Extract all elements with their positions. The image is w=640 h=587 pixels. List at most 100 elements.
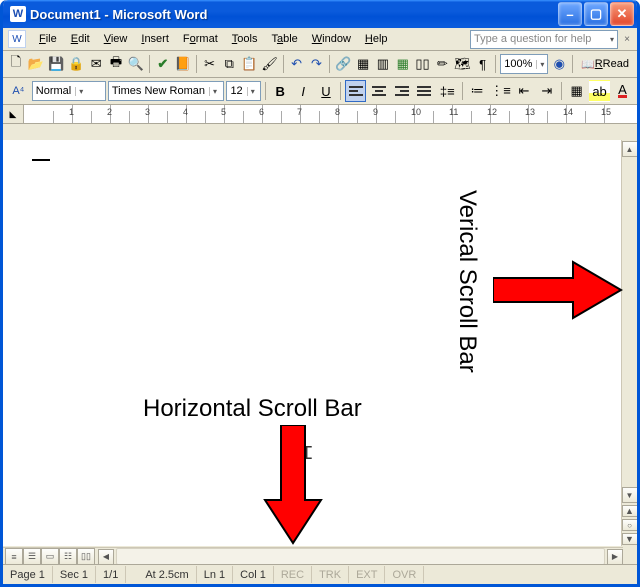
menu-window[interactable]: Window <box>305 31 358 47</box>
reading-view-button[interactable]: ▯▯ <box>77 548 95 565</box>
normal-view-button[interactable]: ≡ <box>5 548 23 565</box>
paste-icon[interactable]: 📋 <box>240 53 258 75</box>
line-spacing-button[interactable]: ‡≡ <box>437 80 458 102</box>
align-right-button[interactable] <box>391 80 412 102</box>
doc-map-icon[interactable]: 🗺 <box>453 53 472 75</box>
menu-file[interactable]: File <box>32 31 64 47</box>
prev-page-button[interactable]: ▲ <box>622 505 638 517</box>
scroll-right-button[interactable]: ▶ <box>607 549 623 565</box>
status-pages[interactable]: 1/1 <box>96 566 126 583</box>
borders-button[interactable]: ▦ <box>566 80 587 102</box>
menu-help[interactable]: Help <box>358 31 395 47</box>
menu-format[interactable]: Format <box>176 31 225 47</box>
hyperlink-icon[interactable]: 🔗 <box>334 53 352 75</box>
save-icon[interactable]: 💾 <box>47 53 65 75</box>
redo-icon[interactable]: ↷ <box>308 53 326 75</box>
status-ovr[interactable]: OVR <box>385 566 424 583</box>
web-view-button[interactable]: ☰ <box>23 548 41 565</box>
insert-table-icon[interactable]: ▥ <box>374 53 392 75</box>
increase-indent-button[interactable]: ⇥ <box>536 80 557 102</box>
ruler-tick-label: 7 <box>297 107 302 117</box>
status-page[interactable]: Page 1 <box>3 566 53 583</box>
decrease-indent-button[interactable]: ⇤ <box>514 80 535 102</box>
scroll-left-button[interactable]: ◀ <box>98 549 114 565</box>
show-marks-icon[interactable]: ¶ <box>474 53 492 75</box>
align-justify-button[interactable] <box>414 80 435 102</box>
format-painter-icon[interactable]: 🖌 <box>260 53 279 75</box>
open-icon[interactable]: 📂 <box>27 53 45 75</box>
browse-object-button[interactable]: ○ <box>622 519 638 531</box>
word-doc-icon[interactable]: W <box>8 30 26 48</box>
permission-icon[interactable]: 🔒 <box>67 53 85 75</box>
ruler-tick-label: 9 <box>373 107 378 117</box>
font-combo[interactable]: Times New Roman▾ <box>108 81 225 101</box>
research-icon[interactable]: 📙 <box>174 53 192 75</box>
bold-button[interactable]: B <box>270 80 291 102</box>
chevron-down-icon[interactable]: ▾ <box>610 35 614 44</box>
scroll-up-button[interactable]: ▲ <box>622 141 638 157</box>
status-col[interactable]: Col 1 <box>233 566 274 583</box>
horizontal-ruler[interactable]: 123456789101112131415 <box>24 105 637 123</box>
styles-pane-icon[interactable]: A⁴ <box>7 80 30 102</box>
tables-borders-icon[interactable]: ▦ <box>354 53 372 75</box>
maximize-button[interactable]: ▢ <box>584 2 608 26</box>
status-ln[interactable]: Ln 1 <box>197 566 233 583</box>
highlight-button[interactable]: ab <box>589 80 610 102</box>
ruler-tick-label: 1 <box>69 107 74 117</box>
vertical-scrollbar[interactable]: ▲ ▼ ▲ ○ ▼ <box>621 140 637 546</box>
font-size-combo[interactable]: 12▾ <box>226 81 260 101</box>
outline-view-button[interactable]: ☷ <box>59 548 77 565</box>
status-sec[interactable]: Sec 1 <box>53 566 96 583</box>
columns-icon[interactable]: ▯▯ <box>414 53 432 75</box>
menu-insert[interactable]: Insert <box>134 31 176 47</box>
print-layout-button[interactable]: ▭ <box>41 548 59 565</box>
chevron-down-icon[interactable]: ▾ <box>75 87 83 96</box>
print-icon[interactable]: 🖶 <box>107 53 125 75</box>
copy-icon[interactable]: ⧉ <box>220 53 238 75</box>
window-title: Document1 - Microsoft Word <box>30 7 556 22</box>
underline-button[interactable]: U <box>316 80 337 102</box>
menu-table[interactable]: Table <box>264 31 304 47</box>
ruler-row: ◣ 123456789101112131415 <box>3 105 637 124</box>
help-search-box[interactable]: Type a question for help ▾ <box>470 30 618 49</box>
status-bar: Page 1 Sec 1 1/1 At 2.5cm Ln 1 Col 1 REC… <box>3 564 637 584</box>
document-area[interactable]: Horizontal Scroll Bar Verical Scroll Bar… <box>3 140 623 546</box>
hscroll-track[interactable] <box>116 548 605 565</box>
excel-icon[interactable]: ▦ <box>394 53 412 75</box>
style-combo[interactable]: Normal▾ <box>32 81 106 101</box>
horizontal-scrollbar[interactable]: ≡ ☰ ▭ ☷ ▯▯ ◀ ▶ <box>3 547 623 565</box>
close-button[interactable]: ✕ <box>610 2 634 26</box>
undo-icon[interactable]: ↶ <box>288 53 306 75</box>
print-preview-icon[interactable]: 🔍 <box>127 53 145 75</box>
align-left-button[interactable] <box>345 80 366 102</box>
help-icon[interactable]: ◉ <box>550 53 568 75</box>
next-page-button[interactable]: ▼ <box>622 533 638 545</box>
chevron-down-icon[interactable]: ▾ <box>536 60 544 69</box>
spellcheck-icon[interactable]: ✔ <box>154 53 172 75</box>
menu-edit[interactable]: Edit <box>64 31 97 47</box>
scroll-down-button[interactable]: ▼ <box>622 487 638 503</box>
drawing-icon[interactable]: ✏ <box>433 53 451 75</box>
menu-view[interactable]: View <box>97 31 135 47</box>
numbering-button[interactable]: ≔ <box>467 80 488 102</box>
tab-selector[interactable]: ◣ <box>3 105 24 123</box>
ruler-tick-label: 12 <box>487 107 497 117</box>
chevron-down-icon[interactable]: ▾ <box>209 87 217 96</box>
close-doc-button[interactable]: × <box>622 34 632 45</box>
email-icon[interactable]: ✉ <box>87 53 105 75</box>
font-color-button[interactable]: A <box>612 80 633 102</box>
menu-tools[interactable]: Tools <box>225 31 265 47</box>
cut-icon[interactable]: ✂ <box>201 53 219 75</box>
new-doc-icon[interactable]: 🗋 <box>7 53 25 75</box>
align-center-button[interactable] <box>368 80 389 102</box>
read-button[interactable]: 📖 RRead <box>577 53 633 75</box>
chevron-down-icon[interactable]: ▾ <box>247 87 255 96</box>
status-trk[interactable]: TRK <box>312 566 349 583</box>
italic-button[interactable]: I <box>293 80 314 102</box>
bullets-button[interactable]: ⋮≡ <box>490 80 512 102</box>
zoom-combo[interactable]: 100%▾ <box>500 54 548 74</box>
minimize-button[interactable]: – <box>558 2 582 26</box>
status-ext[interactable]: EXT <box>349 566 385 583</box>
status-at[interactable]: At 2.5cm <box>138 566 196 583</box>
status-rec[interactable]: REC <box>274 566 312 583</box>
